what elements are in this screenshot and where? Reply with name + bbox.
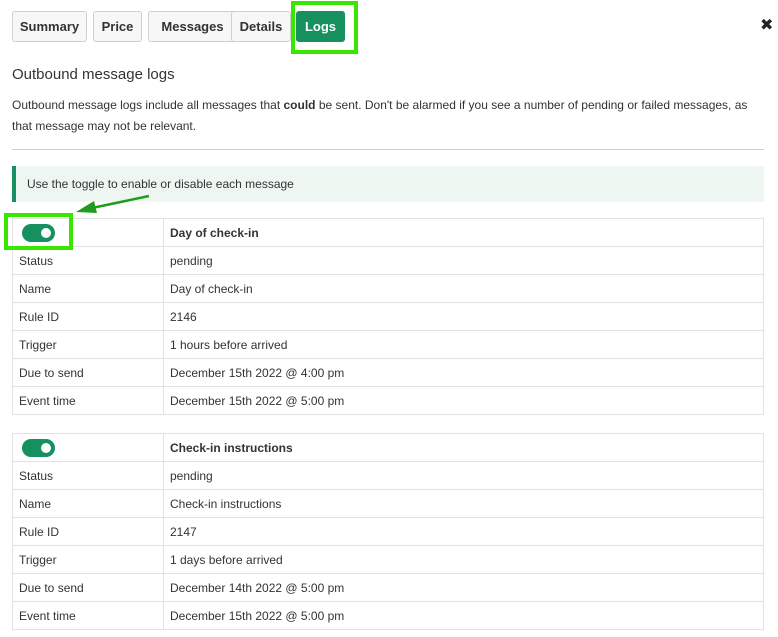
- toggle-cell: [12, 218, 164, 247]
- description-bold: could: [283, 98, 316, 112]
- table-row: Event time December 15th 2022 @ 5:00 pm: [12, 601, 764, 630]
- table-row: Trigger 1 days before arrived: [12, 545, 764, 574]
- row-value: pending: [163, 461, 764, 490]
- divider: [12, 149, 764, 150]
- table-row: Due to send December 15th 2022 @ 4:00 pm: [12, 358, 764, 387]
- description-text: Outbound message logs include all messag…: [12, 98, 284, 112]
- row-value: 1 hours before arrived: [163, 330, 764, 359]
- tab-logs[interactable]: Logs: [296, 11, 345, 42]
- toggle-cell: [12, 433, 164, 462]
- row-label: Name: [12, 489, 164, 518]
- row-label: Event time: [12, 386, 164, 415]
- tab-price[interactable]: Price: [93, 11, 142, 42]
- row-label: Due to send: [12, 573, 164, 602]
- toggle-knob: [41, 442, 51, 453]
- table-row: Due to send December 14th 2022 @ 5:00 pm: [12, 573, 764, 602]
- table-header-row: Day of check-in: [12, 218, 764, 247]
- table-row: Name Check-in instructions: [12, 489, 764, 518]
- message-title: Day of check-in: [163, 218, 764, 247]
- row-label: Status: [12, 461, 164, 490]
- table-row: Trigger 1 hours before arrived: [12, 330, 764, 359]
- page-description: Outbound message logs include all messag…: [12, 95, 762, 137]
- table-row: Rule ID 2146: [12, 302, 764, 331]
- row-label: Trigger: [12, 545, 164, 574]
- enable-toggle[interactable]: [22, 223, 55, 242]
- row-value: pending: [163, 246, 764, 275]
- row-label: Rule ID: [12, 517, 164, 546]
- row-label: Event time: [12, 601, 164, 630]
- table-row: Name Day of check-in: [12, 274, 764, 303]
- enable-toggle[interactable]: [22, 438, 55, 457]
- close-icon[interactable]: ✖: [760, 17, 774, 33]
- tab-details[interactable]: Details: [231, 11, 291, 42]
- row-label: Status: [12, 246, 164, 275]
- table-row: Status pending: [12, 461, 764, 490]
- table-header-row: Check-in instructions: [12, 433, 764, 462]
- row-label: Due to send: [12, 358, 164, 387]
- row-value: December 15th 2022 @ 4:00 pm: [163, 358, 764, 387]
- row-label: Name: [12, 274, 164, 303]
- row-label: Trigger: [12, 330, 164, 359]
- info-text: Use the toggle to enable or disable each…: [27, 177, 294, 191]
- page-title: Outbound message logs: [12, 66, 175, 83]
- tab-messages[interactable]: Messages: [148, 11, 237, 42]
- row-value: 2147: [163, 517, 764, 546]
- row-label: Rule ID: [12, 302, 164, 331]
- row-value: December 14th 2022 @ 5:00 pm: [163, 573, 764, 602]
- row-value: Check-in instructions: [163, 489, 764, 518]
- message-title: Check-in instructions: [163, 433, 764, 462]
- info-callout: Use the toggle to enable or disable each…: [12, 166, 764, 202]
- table-row: Status pending: [12, 246, 764, 275]
- message-log-table: Check-in instructions Status pending Name…: [12, 433, 764, 630]
- row-value: December 15th 2022 @ 5:00 pm: [163, 386, 764, 415]
- row-value: Day of check-in: [163, 274, 764, 303]
- toggle-knob: [41, 227, 51, 238]
- row-value: 1 days before arrived: [163, 545, 764, 574]
- message-log-table: Day of check-in Status pending Name Day of…: [12, 218, 764, 415]
- table-row: Rule ID 2147: [12, 517, 764, 546]
- row-value: 2146: [163, 302, 764, 331]
- tab-summary[interactable]: Summary: [12, 11, 87, 42]
- table-row: Event time December 15th 2022 @ 5:00 pm: [12, 386, 764, 415]
- row-value: December 15th 2022 @ 5:00 pm: [163, 601, 764, 630]
